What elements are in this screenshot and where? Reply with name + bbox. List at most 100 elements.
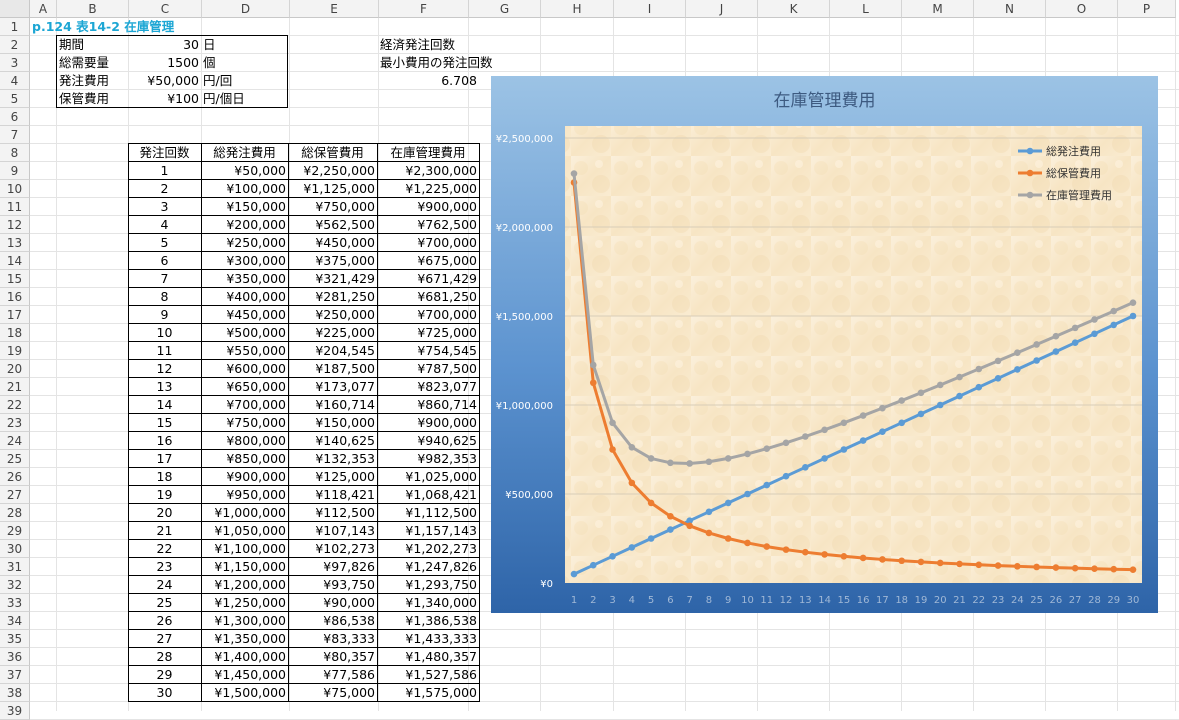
cost-cell[interactable]: ¥93,750	[288, 576, 377, 594]
cost-cell[interactable]: ¥1,575,000	[377, 684, 479, 702]
cost-cell[interactable]: ¥97,826	[288, 558, 377, 576]
row-header[interactable]: 1	[0, 18, 30, 36]
cost-cell[interactable]: ¥823,077	[377, 378, 479, 396]
order-count-cell[interactable]: 8	[128, 288, 201, 306]
order-count-cell[interactable]: 29	[128, 666, 201, 684]
cost-cell[interactable]: ¥1,250,000	[201, 594, 288, 612]
cost-cell[interactable]: ¥350,000	[201, 270, 288, 288]
cost-cell[interactable]: ¥940,625	[377, 432, 479, 450]
cost-cell[interactable]: ¥86,538	[288, 612, 377, 630]
row-header[interactable]: 37	[0, 666, 30, 684]
cost-cell[interactable]: ¥550,000	[201, 342, 288, 360]
cost-cell[interactable]: ¥187,500	[288, 360, 377, 378]
cost-cell[interactable]: ¥1,025,000	[377, 468, 479, 486]
param-label[interactable]: 発注費用	[57, 72, 127, 90]
cost-cell[interactable]: ¥2,250,000	[288, 162, 377, 180]
cost-cell[interactable]: ¥600,000	[201, 360, 288, 378]
cost-cell[interactable]: ¥1,450,000	[201, 666, 288, 684]
row-header[interactable]: 30	[0, 540, 30, 558]
order-count-cell[interactable]: 25	[128, 594, 201, 612]
cost-cell[interactable]: ¥700,000	[377, 234, 479, 252]
row-header[interactable]: 26	[0, 468, 30, 486]
cost-cell[interactable]: ¥2,300,000	[377, 162, 479, 180]
cost-cell[interactable]: ¥100,000	[201, 180, 288, 198]
cost-cell[interactable]: ¥1,300,000	[201, 612, 288, 630]
column-header[interactable]: O	[1046, 0, 1118, 18]
cost-cell[interactable]: ¥118,421	[288, 486, 377, 504]
order-count-cell[interactable]: 4	[128, 216, 201, 234]
cost-cell[interactable]: ¥1,100,000	[201, 540, 288, 558]
cost-cell[interactable]: ¥375,000	[288, 252, 377, 270]
cost-cell[interactable]: ¥83,333	[288, 630, 377, 648]
cost-cell[interactable]: ¥250,000	[288, 306, 377, 324]
row-header[interactable]: 20	[0, 360, 30, 378]
order-count-cell[interactable]: 5	[128, 234, 201, 252]
row-header[interactable]: 17	[0, 306, 30, 324]
cost-cell[interactable]: ¥160,714	[288, 396, 377, 414]
column-header[interactable]: E	[290, 0, 379, 18]
param-value[interactable]: ¥100	[128, 90, 201, 108]
cost-cell[interactable]: ¥1,293,750	[377, 576, 479, 594]
order-count-cell[interactable]: 7	[128, 270, 201, 288]
cost-cell[interactable]: ¥1,500,000	[201, 684, 288, 702]
order-count-cell[interactable]: 22	[128, 540, 201, 558]
cost-cell[interactable]: ¥1,150,000	[201, 558, 288, 576]
cost-cell[interactable]: ¥982,353	[377, 450, 479, 468]
order-count-cell[interactable]: 12	[128, 360, 201, 378]
cost-cell[interactable]: ¥762,500	[377, 216, 479, 234]
row-header[interactable]: 34	[0, 612, 30, 630]
row-header[interactable]: 24	[0, 432, 30, 450]
cost-cell[interactable]: ¥1,480,357	[377, 648, 479, 666]
table-header[interactable]: 総保管費用	[288, 144, 377, 162]
cost-cell[interactable]: ¥562,500	[288, 216, 377, 234]
order-count-cell[interactable]: 16	[128, 432, 201, 450]
row-header[interactable]: 3	[0, 54, 30, 72]
column-header[interactable]: K	[758, 0, 830, 18]
cost-cell[interactable]: ¥1,068,421	[377, 486, 479, 504]
order-count-cell[interactable]: 24	[128, 576, 201, 594]
param-value[interactable]: ¥50,000	[128, 72, 201, 90]
column-header[interactable]: G	[469, 0, 541, 18]
cost-cell[interactable]: ¥250,000	[201, 234, 288, 252]
cost-cell[interactable]: ¥1,202,273	[377, 540, 479, 558]
cost-cell[interactable]: ¥173,077	[288, 378, 377, 396]
table-header[interactable]: 総発注費用	[201, 144, 288, 162]
cost-cell[interactable]: ¥75,000	[288, 684, 377, 702]
table-header[interactable]: 在庫管理費用	[377, 144, 479, 162]
cost-cell[interactable]: ¥80,357	[288, 648, 377, 666]
column-header[interactable]: H	[541, 0, 614, 18]
column-header[interactable]: A	[30, 0, 57, 18]
cost-cell[interactable]: ¥1,400,000	[201, 648, 288, 666]
cost-cell[interactable]: ¥50,000	[201, 162, 288, 180]
row-header[interactable]: 19	[0, 342, 30, 360]
cost-cell[interactable]: ¥650,000	[201, 378, 288, 396]
column-header[interactable]: B	[57, 0, 129, 18]
cost-cell[interactable]: ¥1,350,000	[201, 630, 288, 648]
row-header[interactable]: 27	[0, 486, 30, 504]
cost-cell[interactable]: ¥281,250	[288, 288, 377, 306]
cost-cell[interactable]: ¥204,545	[288, 342, 377, 360]
row-header[interactable]: 8	[0, 144, 30, 162]
row-header[interactable]: 18	[0, 324, 30, 342]
cost-cell[interactable]: ¥125,000	[288, 468, 377, 486]
cost-cell[interactable]: ¥150,000	[201, 198, 288, 216]
row-header[interactable]: 39	[0, 702, 30, 720]
row-header[interactable]: 32	[0, 576, 30, 594]
cost-cell[interactable]: ¥200,000	[201, 216, 288, 234]
cost-cell[interactable]: ¥225,000	[288, 324, 377, 342]
cost-cell[interactable]: ¥750,000	[201, 414, 288, 432]
row-header[interactable]: 31	[0, 558, 30, 576]
order-count-cell[interactable]: 19	[128, 486, 201, 504]
eoq-value[interactable]: 6.708	[378, 72, 479, 90]
eoq-label[interactable]: 経済発注回数	[378, 36, 488, 54]
cost-cell[interactable]: ¥112,500	[288, 504, 377, 522]
cost-cell[interactable]: ¥860,714	[377, 396, 479, 414]
order-count-cell[interactable]: 30	[128, 684, 201, 702]
cost-cell[interactable]: ¥400,000	[201, 288, 288, 306]
cost-cell[interactable]: ¥1,112,500	[377, 504, 479, 522]
row-header[interactable]: 7	[0, 126, 30, 144]
column-header[interactable]: F	[379, 0, 469, 18]
chart[interactable]: 在庫管理費用 ¥0 ¥500,000 ¥1,000,000 ¥1,500,000 ¥2,0…	[491, 76, 1158, 613]
row-header[interactable]: 14	[0, 252, 30, 270]
row-header[interactable]: 23	[0, 414, 30, 432]
